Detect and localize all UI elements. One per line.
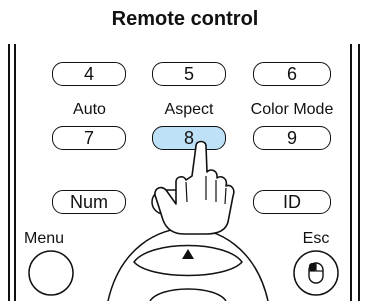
hand-pointer-icon — [154, 140, 235, 235]
mouse-icon — [308, 262, 324, 284]
menu-button[interactable] — [28, 250, 74, 296]
remote-diagram-overlay — [28, 140, 339, 301]
